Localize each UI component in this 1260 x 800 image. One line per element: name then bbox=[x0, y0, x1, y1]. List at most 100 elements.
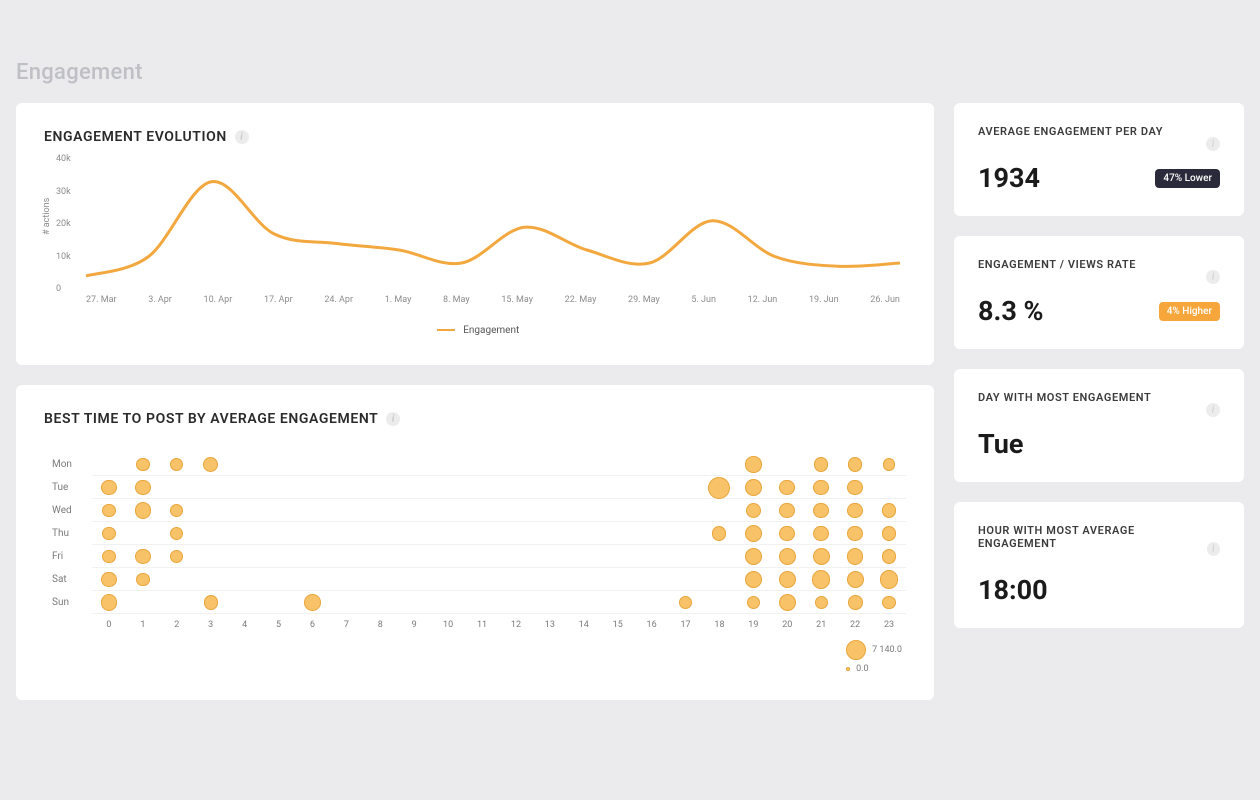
bubble-cell[interactable] bbox=[567, 499, 601, 522]
bubble-cell[interactable] bbox=[669, 522, 703, 545]
bubble-cell[interactable] bbox=[363, 499, 397, 522]
bubble-cell[interactable] bbox=[126, 476, 160, 499]
bubble-cell[interactable] bbox=[329, 499, 363, 522]
info-icon[interactable] bbox=[1207, 542, 1220, 556]
bubble-cell[interactable] bbox=[160, 476, 194, 499]
bubble-cell[interactable] bbox=[228, 499, 262, 522]
info-icon[interactable] bbox=[235, 130, 249, 144]
bubble-cell[interactable] bbox=[465, 591, 499, 614]
bubble-cell[interactable] bbox=[465, 476, 499, 499]
bubble-cell[interactable] bbox=[329, 591, 363, 614]
bubble-cell[interactable] bbox=[160, 522, 194, 545]
bubble-cell[interactable] bbox=[194, 453, 228, 476]
bubble-cell[interactable] bbox=[838, 591, 872, 614]
bubble-cell[interactable] bbox=[228, 453, 262, 476]
bubble-cell[interactable] bbox=[160, 568, 194, 591]
bubble-cell[interactable] bbox=[296, 591, 330, 614]
bubble-cell[interactable] bbox=[770, 522, 804, 545]
bubble-cell[interactable] bbox=[465, 499, 499, 522]
bubble-cell[interactable] bbox=[567, 568, 601, 591]
bubble-cell[interactable] bbox=[160, 453, 194, 476]
bubble-cell[interactable] bbox=[703, 453, 737, 476]
bubble-cell[interactable] bbox=[397, 499, 431, 522]
bubble-cell[interactable] bbox=[397, 568, 431, 591]
bubble-cell[interactable] bbox=[397, 522, 431, 545]
bubble-cell[interactable] bbox=[872, 522, 906, 545]
bubble-cell[interactable] bbox=[262, 476, 296, 499]
bubble-cell[interactable] bbox=[397, 476, 431, 499]
bubble-cell[interactable] bbox=[703, 591, 737, 614]
bubble-cell[interactable] bbox=[736, 476, 770, 499]
bubble-cell[interactable] bbox=[804, 476, 838, 499]
bubble-cell[interactable] bbox=[397, 591, 431, 614]
bubble-cell[interactable] bbox=[329, 522, 363, 545]
bubble-cell[interactable] bbox=[228, 591, 262, 614]
bubble-cell[interactable] bbox=[736, 522, 770, 545]
bubble-cell[interactable] bbox=[601, 476, 635, 499]
bubble-cell[interactable] bbox=[194, 545, 228, 568]
bubble-cell[interactable] bbox=[533, 591, 567, 614]
bubble-cell[interactable] bbox=[126, 591, 160, 614]
bubble-cell[interactable] bbox=[601, 568, 635, 591]
info-icon[interactable] bbox=[1206, 137, 1220, 151]
bubble-cell[interactable] bbox=[703, 545, 737, 568]
bubble-cell[interactable] bbox=[872, 545, 906, 568]
bubble-cell[interactable] bbox=[194, 476, 228, 499]
bubble-cell[interactable] bbox=[296, 476, 330, 499]
bubble-cell[interactable] bbox=[262, 499, 296, 522]
info-icon[interactable] bbox=[386, 412, 400, 426]
bubble-cell[interactable] bbox=[567, 545, 601, 568]
bubble-cell[interactable] bbox=[126, 453, 160, 476]
bubble-cell[interactable] bbox=[126, 545, 160, 568]
bubble-cell[interactable] bbox=[329, 476, 363, 499]
bubble-cell[interactable] bbox=[838, 522, 872, 545]
bubble-cell[interactable] bbox=[838, 568, 872, 591]
bubble-cell[interactable] bbox=[431, 568, 465, 591]
bubble-cell[interactable] bbox=[872, 499, 906, 522]
bubble-cell[interactable] bbox=[533, 568, 567, 591]
bubble-cell[interactable] bbox=[363, 476, 397, 499]
info-icon[interactable] bbox=[1206, 403, 1220, 417]
bubble-cell[interactable] bbox=[397, 545, 431, 568]
bubble-cell[interactable] bbox=[499, 499, 533, 522]
bubble-cell[interactable] bbox=[92, 476, 126, 499]
bubble-cell[interactable] bbox=[635, 591, 669, 614]
bubble-cell[interactable] bbox=[296, 453, 330, 476]
bubble-cell[interactable] bbox=[872, 568, 906, 591]
bubble-cell[interactable] bbox=[296, 545, 330, 568]
bubble-cell[interactable] bbox=[838, 545, 872, 568]
bubble-cell[interactable] bbox=[567, 522, 601, 545]
bubble-cell[interactable] bbox=[601, 522, 635, 545]
bubble-cell[interactable] bbox=[669, 591, 703, 614]
bubble-cell[interactable] bbox=[92, 522, 126, 545]
bubble-cell[interactable] bbox=[194, 591, 228, 614]
bubble-cell[interactable] bbox=[804, 568, 838, 591]
bubble-cell[interactable] bbox=[635, 522, 669, 545]
bubble-cell[interactable] bbox=[669, 476, 703, 499]
bubble-cell[interactable] bbox=[635, 476, 669, 499]
bubble-cell[interactable] bbox=[329, 568, 363, 591]
bubble-cell[interactable] bbox=[397, 453, 431, 476]
bubble-cell[interactable] bbox=[126, 499, 160, 522]
bubble-cell[interactable] bbox=[92, 568, 126, 591]
bubble-cell[interactable] bbox=[838, 453, 872, 476]
bubble-cell[interactable] bbox=[228, 545, 262, 568]
bubble-cell[interactable] bbox=[601, 499, 635, 522]
bubble-cell[interactable] bbox=[92, 499, 126, 522]
bubble-cell[interactable] bbox=[194, 568, 228, 591]
bubble-cell[interactable] bbox=[431, 499, 465, 522]
bubble-cell[interactable] bbox=[533, 522, 567, 545]
bubble-cell[interactable] bbox=[160, 545, 194, 568]
bubble-cell[interactable] bbox=[363, 591, 397, 614]
bubble-cell[interactable] bbox=[363, 522, 397, 545]
bubble-cell[interactable] bbox=[228, 522, 262, 545]
bubble-cell[interactable] bbox=[872, 453, 906, 476]
bubble-cell[interactable] bbox=[804, 522, 838, 545]
bubble-cell[interactable] bbox=[194, 522, 228, 545]
bubble-cell[interactable] bbox=[228, 476, 262, 499]
bubble-cell[interactable] bbox=[703, 568, 737, 591]
bubble-cell[interactable] bbox=[703, 522, 737, 545]
bubble-cell[interactable] bbox=[363, 545, 397, 568]
bubble-cell[interactable] bbox=[567, 453, 601, 476]
bubble-cell[interactable] bbox=[770, 545, 804, 568]
